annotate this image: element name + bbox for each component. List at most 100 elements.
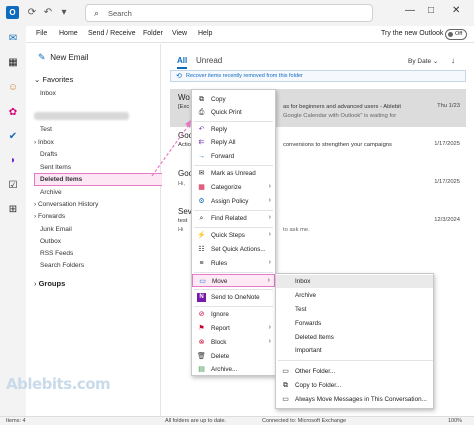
new-email-button[interactable]: ✎ New Email bbox=[38, 52, 88, 63]
menu-separator bbox=[194, 227, 273, 228]
menu-ignore[interactable]: ⊘ Ignore bbox=[192, 308, 275, 321]
menu-archive[interactable]: ▤ Archive... bbox=[192, 363, 275, 376]
submenu-folder-label: Archive bbox=[295, 292, 316, 299]
submenu-always-move[interactable]: ▭ Always Move Messages in This Conversati… bbox=[276, 393, 433, 406]
status-zoom: 100% bbox=[448, 418, 463, 424]
folder-forwards[interactable]: › Forwards bbox=[34, 213, 65, 220]
menu-quick-print[interactable]: ⎙ Quick Print bbox=[192, 106, 275, 119]
menu-set-quick-actions[interactable]: ☷ Set Quick Actions... bbox=[192, 243, 275, 256]
menu-send-to-onenote[interactable]: N Send to OneNote bbox=[192, 291, 275, 304]
submenu-folder-test[interactable]: Test bbox=[276, 303, 433, 316]
submenu-copy-to-folder[interactable]: ⧉ Copy to Folder... bbox=[276, 379, 433, 392]
menu-separator bbox=[194, 210, 273, 211]
try-new-outlook-toggle[interactable]: Off bbox=[445, 29, 467, 40]
tasks-icon[interactable]: ☑ bbox=[6, 179, 20, 193]
copilot-icon[interactable]: ✿ bbox=[6, 106, 20, 120]
tab-all[interactable]: All bbox=[177, 56, 187, 65]
submenu-other-folder[interactable]: ▭ Other Folder... bbox=[276, 365, 433, 378]
ablebits-watermark: Ablebits.com bbox=[6, 375, 111, 393]
menu-reply[interactable]: ↶ Reply bbox=[192, 123, 275, 136]
folder-rss-feeds[interactable]: RSS Feeds bbox=[40, 250, 73, 257]
find-related-icon: ⌕ bbox=[199, 215, 204, 222]
groups-label: Groups bbox=[38, 279, 66, 288]
submenu-always-move-label: Always Move Messages in This Conversatio… bbox=[295, 396, 427, 403]
folder-inbox[interactable]: › Inbox bbox=[34, 139, 54, 146]
folder-deleted-items[interactable]: Deleted Items bbox=[40, 176, 82, 183]
folder-drafts[interactable]: Drafts bbox=[40, 151, 57, 158]
folder-conversation-history[interactable]: › Conversation History bbox=[34, 201, 98, 208]
recover-items-banner[interactable]: ⟲ Recover items recently removed from th… bbox=[170, 70, 466, 82]
todo-icon[interactable]: ✔ bbox=[6, 130, 20, 144]
menu-folder[interactable]: Folder bbox=[143, 30, 163, 37]
folder-inbox-label: Inbox bbox=[37, 139, 54, 146]
menu-view[interactable]: View bbox=[172, 30, 187, 37]
folder-test[interactable]: Test bbox=[40, 126, 52, 133]
menu-block[interactable]: ⊗ Block › bbox=[192, 336, 275, 349]
mail-icon[interactable]: ✉ bbox=[6, 32, 20, 46]
sort-direction-icon[interactable]: ↓ bbox=[451, 56, 455, 65]
submenu-folder-important[interactable]: Important bbox=[276, 344, 433, 357]
menu-rules[interactable]: ≡ Rules › bbox=[192, 257, 275, 270]
calendar-icon[interactable]: ▦ bbox=[6, 56, 20, 70]
menu-delete[interactable]: 🗑 Delete bbox=[192, 350, 275, 363]
account-name-blurred[interactable] bbox=[34, 112, 129, 120]
message-preview-tail: to ask me. bbox=[283, 227, 310, 233]
folder-outbox[interactable]: Outbox bbox=[40, 238, 61, 245]
search-input[interactable]: Search bbox=[108, 9, 132, 18]
menu-reply-all[interactable]: ⇇ Reply All bbox=[192, 136, 275, 149]
message-subject-tail: conversions to strengthen your campaigns bbox=[283, 142, 392, 148]
menu-forward[interactable]: → Forward bbox=[192, 150, 275, 163]
search-box[interactable]: ⌕ Search bbox=[85, 4, 373, 22]
menu-report[interactable]: ⚑ Report › bbox=[192, 322, 275, 335]
message-date: 1/17/2025 bbox=[434, 179, 460, 185]
message-date: 12/3/2024 bbox=[434, 217, 460, 223]
folder-search-folders[interactable]: Search Folders bbox=[40, 262, 84, 269]
maximize-icon[interactable]: □ bbox=[428, 5, 434, 16]
tab-unread[interactable]: Unread bbox=[196, 56, 222, 65]
loop-icon[interactable]: ◗ bbox=[6, 154, 20, 168]
menu-move[interactable]: ▭ Move › bbox=[192, 274, 275, 287]
folder-junk-email[interactable]: Junk Email bbox=[40, 226, 72, 233]
favorites-header[interactable]: ⌄ Favorites bbox=[34, 75, 73, 84]
menu-home[interactable]: Home bbox=[59, 30, 78, 37]
menu-file[interactable]: File bbox=[36, 30, 47, 37]
submenu-folder-inbox[interactable]: Inbox bbox=[276, 275, 433, 288]
menu-assign-policy[interactable]: ⚙ Assign Policy › bbox=[192, 195, 275, 208]
archive-icon: ▤ bbox=[198, 366, 205, 373]
folder-sent-items[interactable]: Sent Items bbox=[40, 164, 71, 171]
submenu-folder-deleted-items[interactable]: Deleted Items bbox=[276, 331, 433, 344]
compose-icon: ✎ bbox=[38, 52, 46, 62]
menu-find-related[interactable]: ⌕ Find Related › bbox=[192, 212, 275, 225]
close-icon[interactable]: ✕ bbox=[452, 5, 460, 16]
recover-items-link[interactable]: Recover items recently removed from this… bbox=[186, 73, 303, 79]
menu-quick-steps-label: Quick Steps bbox=[211, 232, 245, 239]
menu-find-related-label: Find Related bbox=[211, 215, 247, 222]
menu-quick-steps[interactable]: ⚡ Quick Steps › bbox=[192, 229, 275, 242]
sync-icon[interactable]: ⟳ bbox=[26, 7, 38, 19]
groups-header[interactable]: › Groups bbox=[34, 279, 65, 288]
menu-copy[interactable]: ⧉ Copy bbox=[192, 93, 275, 106]
people-icon[interactable]: ☺ bbox=[6, 81, 20, 95]
submenu-folder-archive[interactable]: Archive bbox=[276, 289, 433, 302]
menu-send-receive[interactable]: Send / Receive bbox=[88, 30, 135, 37]
favorites-label: Favorites bbox=[42, 75, 74, 84]
customize-toolbar-icon[interactable]: ▾ bbox=[58, 7, 70, 19]
menu-copy-label: Copy bbox=[211, 96, 226, 103]
block-icon: ⊗ bbox=[198, 339, 205, 346]
menu-categorize[interactable]: ▦ Categorize › bbox=[192, 181, 275, 194]
minimize-icon[interactable]: — bbox=[405, 5, 415, 16]
report-icon: ⚑ bbox=[198, 325, 205, 332]
always-move-icon: ▭ bbox=[282, 396, 289, 403]
menu-separator bbox=[194, 165, 273, 166]
apps-icon[interactable]: ⊞ bbox=[6, 203, 20, 217]
sort-dropdown[interactable]: By Date ⌄ bbox=[408, 57, 438, 65]
folder-archive[interactable]: Archive bbox=[40, 189, 62, 196]
menu-mark-unread[interactable]: ✉ Mark as Unread bbox=[192, 167, 275, 180]
menu-help[interactable]: Help bbox=[198, 30, 212, 37]
message-sender: Wo bbox=[178, 93, 190, 102]
favorite-inbox[interactable]: Inbox bbox=[40, 90, 56, 97]
submenu-folder-forwards[interactable]: Forwards bbox=[276, 317, 433, 330]
message-subject: Actio bbox=[178, 142, 191, 148]
undo-icon[interactable]: ↶ bbox=[42, 7, 54, 19]
menu-rules-label: Rules bbox=[211, 260, 228, 267]
